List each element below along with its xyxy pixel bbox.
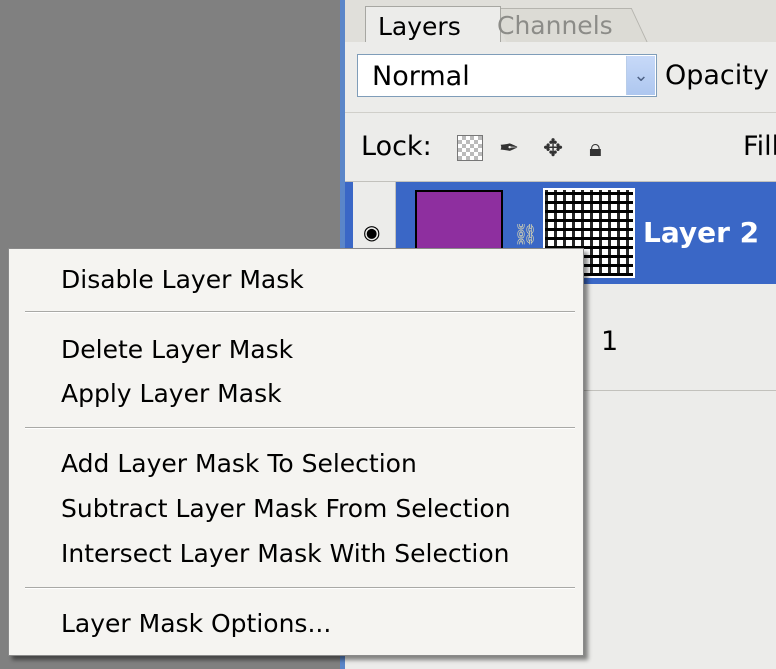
lock-transparency-icon[interactable] xyxy=(457,135,483,161)
panel-tab-bar: Layers Channels xyxy=(345,0,776,43)
lock-brush-icon[interactable]: ✒ xyxy=(499,135,519,161)
chevron-down-icon[interactable]: ⌄ xyxy=(626,56,655,95)
lock-move-icon[interactable]: ✥ xyxy=(543,135,563,161)
menu-item-disable-layer-mask[interactable]: Disable Layer Mask xyxy=(61,263,304,297)
tab-channels[interactable]: Channels xyxy=(485,6,649,42)
eye-icon: ◉ xyxy=(363,220,381,244)
blend-mode-select[interactable]: Normal ⌄ xyxy=(357,54,657,97)
menu-item-delete-layer-mask[interactable]: Delete Layer Mask xyxy=(61,333,293,367)
lock-row: Lock: ✒ ✥ 🔒︎ Fill xyxy=(345,112,776,182)
layer-mask-context-menu: Disable Layer Mask Delete Layer Mask App… xyxy=(8,248,584,656)
menu-separator xyxy=(25,311,575,313)
menu-item-intersect-mask-with-selection[interactable]: Intersect Layer Mask With Selection xyxy=(61,537,510,571)
opacity-label: Opacity xyxy=(665,60,769,91)
tab-layers[interactable]: Layers xyxy=(365,6,501,43)
menu-separator xyxy=(25,427,575,429)
menu-item-add-mask-to-selection[interactable]: Add Layer Mask To Selection xyxy=(61,447,417,481)
menu-item-subtract-mask-from-selection[interactable]: Subtract Layer Mask From Selection xyxy=(61,492,511,526)
layer-name[interactable]: 1 xyxy=(601,326,618,357)
blend-mode-value: Normal xyxy=(372,61,470,92)
blend-mode-row: Normal ⌄ Opacity xyxy=(345,42,776,112)
layer-name[interactable]: Layer 2 xyxy=(643,216,759,249)
fill-label: Fill xyxy=(743,131,776,162)
lock-all-icon[interactable]: 🔒︎ xyxy=(589,135,602,161)
menu-item-apply-layer-mask[interactable]: Apply Layer Mask xyxy=(61,377,282,411)
chain-link-icon[interactable]: ⛓︎ xyxy=(513,222,538,246)
menu-separator xyxy=(25,587,575,589)
lock-label: Lock: xyxy=(361,131,432,162)
menu-item-layer-mask-options[interactable]: Layer Mask Options... xyxy=(61,607,331,641)
